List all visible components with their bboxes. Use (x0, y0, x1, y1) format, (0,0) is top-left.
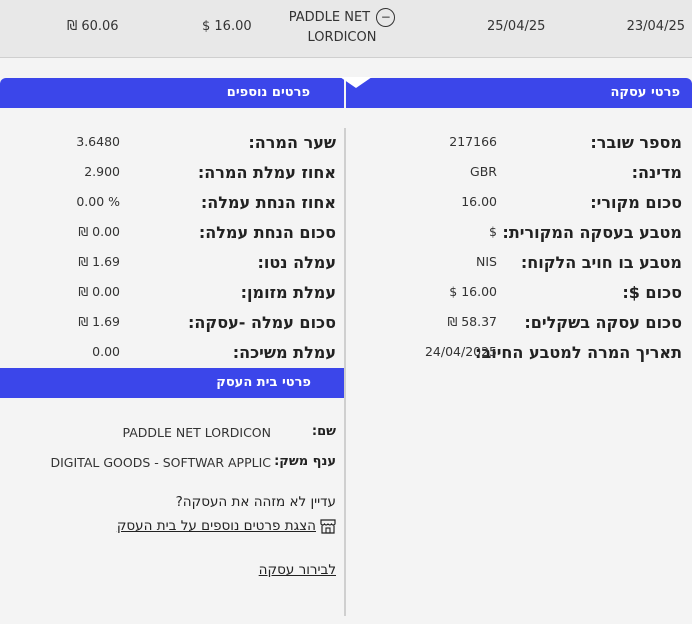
more-detail-label: אחוז עמלת המרה: (197, 163, 336, 182)
more-detail-label: עמלת מזומן: (240, 283, 336, 302)
charge-date: 25/04/25 (487, 19, 546, 34)
more-business-details-link[interactable]: הצגת פרטים נוספים על בית העסק (117, 518, 316, 534)
unrecognized-question: עדיין לא מזהה את העסקה? (175, 494, 336, 510)
business-sector-value: DIGITAL GOODS - SOFTWAR APPLIC (50, 455, 272, 470)
transaction-detail-label: מספר שובר: (590, 133, 682, 152)
column-divider (344, 128, 346, 616)
more-detail-label: סכום הנחת עמלה: (198, 223, 336, 242)
collapse-icon[interactable]: − (376, 8, 396, 27)
merchant-name-line1: PADDLE NET (288, 10, 371, 25)
more-detail-label: עמלת משיכה: (232, 343, 336, 362)
more-detail-value: 0.00 (92, 344, 120, 359)
transaction-detail-label: מטבע בו חויב הלקוח: (520, 253, 682, 272)
merchant-name-line2: LORDICON (307, 30, 377, 45)
more-detail-value: 0.00 % (76, 194, 120, 209)
business-details-header: פרטי בית העסק (0, 368, 344, 398)
business-sector-label: ענף משק: (274, 454, 336, 469)
business-name-value: PADDLE NET LORDICON (122, 425, 271, 440)
more-detail-value: 2.900 (84, 164, 120, 179)
more-detail-value: ₪ 1.69 (78, 314, 120, 329)
more-details-header: פרטים נוספים (0, 78, 344, 108)
more-detail-label: אחוז הנחת עמלה: (200, 193, 336, 212)
charged-amount: ₪ 60.06 (67, 19, 119, 34)
more-detail-label: עמלה נטו: (257, 253, 336, 272)
transaction-detail-label: מדינה: (631, 163, 682, 182)
transaction-detail-value: 16.00 (461, 194, 497, 209)
transaction-detail-value: $ 16.00 (449, 284, 497, 299)
more-detail-value: ₪ 1.69 (78, 254, 120, 269)
transaction-detail-label: סכום עסקה בשקלים: (524, 313, 682, 332)
transaction-detail-label: מטבע בעסקה המקורית: (502, 223, 682, 242)
transaction-date: 23/04/25 (626, 19, 685, 34)
business-name-label: שם: (311, 424, 336, 439)
transaction-detail-value: ₪ 58.37 (447, 314, 497, 329)
pointer-notch (340, 77, 372, 88)
more-detail-value: 3.6480 (76, 134, 120, 149)
transaction-detail-value: GBR (470, 164, 497, 179)
transaction-summary-row[interactable]: 23/04/25 25/04/25 PADDLE NET − LORDICON … (0, 0, 692, 58)
transaction-detail-label: תאריך המרה למטבע החיוב: (475, 343, 682, 362)
store-icon (320, 519, 336, 534)
more-detail-label: סכום עמלה -עסקה: (188, 313, 336, 332)
transaction-detail-label: סכום $: (622, 283, 682, 302)
transaction-detail-value: 217166 (449, 134, 497, 149)
transaction-detail-value: NIS (476, 254, 497, 269)
transaction-detail-label: סכום מקורי: (590, 193, 682, 212)
more-detail-label: שער המרה: (248, 133, 336, 152)
more-detail-value: ₪ 0.00 (78, 284, 120, 299)
more-detail-value: ₪ 0.00 (78, 224, 120, 239)
transaction-detail-value: 24/04/2025 (424, 344, 497, 359)
clarify-transaction-link[interactable]: לבירור עסקה (259, 562, 336, 578)
transaction-detail-value: $ (489, 224, 497, 239)
transaction-details-header: פרטי עסקה (346, 78, 692, 108)
merchant-cell: PADDLE NET − LORDICON (282, 8, 402, 48)
original-amount: $ 16.00 (202, 19, 252, 34)
